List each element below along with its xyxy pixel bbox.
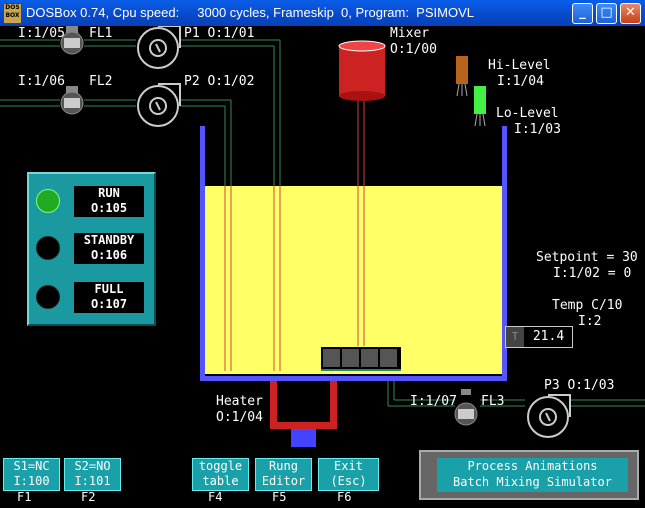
exit-button[interactable]: Exit (Esc): [318, 458, 379, 491]
rung-editor-button[interactable]: Rung Editor: [255, 458, 312, 491]
f4-key-label: F4: [208, 490, 223, 504]
s1-line1: S1=NC: [13, 459, 50, 473]
mixing-tank: [200, 126, 507, 381]
maximize-icon[interactable]: □: [596, 3, 617, 24]
fl1-input-label: I:1/05: [18, 26, 65, 41]
p1-label: P1 O:1/01: [184, 26, 255, 41]
heater-address-label: O:1/04: [216, 410, 263, 425]
full-status-box: FULL O:107: [74, 282, 144, 313]
setpoint-input-label: I:1/02 = 0: [553, 266, 632, 281]
pump-p2: [137, 83, 181, 127]
f1-key-label: F1: [17, 490, 32, 504]
temperature-value: 21.4: [532, 329, 565, 344]
p2-label: P2 O:1/02: [184, 74, 255, 89]
heater-element: [270, 381, 337, 447]
run-address: O:105: [90, 201, 128, 215]
minimize-icon[interactable]: _: [572, 3, 593, 24]
banner-line2: Batch Mixing Simulator: [453, 475, 612, 489]
run-label: RUN: [98, 186, 120, 200]
full-label: FULL: [94, 282, 124, 296]
valve-fl3: [454, 389, 478, 426]
exit-line2: (Esc): [330, 474, 367, 488]
pump-p1: [137, 26, 181, 69]
run-status-box: RUN O:105: [74, 186, 144, 217]
p3-label: P3 O:1/03: [544, 378, 615, 393]
mixer-name-label: Mixer: [390, 26, 430, 41]
exit-line1: Exit: [334, 459, 363, 473]
fl2-name-label: FL2: [89, 74, 113, 89]
dosbox-app-icon[interactable]: DOS BOX: [3, 3, 22, 24]
hi-level-address-label: I:1/04: [497, 74, 544, 89]
f5-key-label: F5: [272, 490, 287, 504]
banner-line1: Process Animations: [467, 459, 598, 473]
window-title: DOSBox 0.74, Cpu speed: 3000 cycles, Fra…: [26, 5, 474, 20]
fl3-input-label: I:1/07: [410, 394, 457, 409]
lo-level-sensor: [474, 86, 486, 127]
temp-label: Temp C/10: [552, 298, 623, 313]
temperature-display: T 21.4: [505, 326, 573, 348]
fl3-name-label: FL3: [481, 394, 505, 409]
f6-key-label: F6: [337, 490, 352, 504]
full-lamp-icon: [36, 285, 60, 309]
close-icon[interactable]: ✕: [620, 3, 641, 24]
standby-lamp-icon: [36, 236, 60, 260]
standby-status-box: STANDBY O:106: [74, 233, 144, 264]
hi-level-sensor: [456, 56, 468, 97]
title-bar[interactable]: DOS BOX DOSBox 0.74, Cpu speed: 3000 cyc…: [0, 0, 645, 26]
pump-p3: [527, 394, 571, 438]
lo-level-name-label: Lo-Level: [496, 106, 559, 121]
s1-line2: I:100: [13, 474, 50, 488]
status-panel: RUN O:105 STANDBY O:106 FULL O:107: [27, 172, 156, 326]
toggle-line1: toggle: [198, 459, 243, 473]
banner-text: Process Animations Batch Mixing Simulato…: [437, 458, 628, 492]
valve-fl2: [60, 86, 84, 115]
temp-prefix: T: [506, 327, 524, 347]
setpoint-label: Setpoint = 30: [536, 250, 638, 265]
toggle-table-button[interactable]: toggle table: [192, 458, 249, 491]
fl1-name-label: FL1: [89, 26, 113, 41]
s2-line1: S2=NO: [74, 459, 111, 473]
run-lamp-icon: [36, 189, 60, 213]
heater-name-label: Heater: [216, 394, 263, 409]
simulator-banner: Process Animations Batch Mixing Simulato…: [419, 450, 639, 500]
standby-address: O:106: [90, 248, 128, 262]
s1-toggle-button[interactable]: S1=NC I:100: [3, 458, 60, 491]
s2-toggle-button[interactable]: S2=NO I:101: [64, 458, 121, 491]
rung-line1: Rung: [269, 459, 298, 473]
full-address: O:107: [90, 297, 128, 311]
s2-line2: I:101: [74, 474, 111, 488]
temp-input-label: I:2: [578, 314, 602, 329]
lo-level-address-label: I:1/03: [514, 122, 561, 137]
mixer-address-label: O:1/00: [390, 42, 437, 57]
dos-screen: I:1/05 FL1 I:1/06 FL2 P1 O:1/01 P2 O:1/0…: [0, 26, 645, 508]
f2-key-label: F2: [81, 490, 96, 504]
standby-label: STANDBY: [83, 233, 135, 247]
fl2-input-label: I:1/06: [18, 74, 65, 89]
toggle-line2: table: [202, 474, 239, 488]
rung-line2: Editor: [261, 474, 306, 488]
hi-level-name-label: Hi-Level: [488, 58, 551, 73]
dosbox-window: DOS BOX DOSBox 0.74, Cpu speed: 3000 cyc…: [0, 0, 645, 508]
